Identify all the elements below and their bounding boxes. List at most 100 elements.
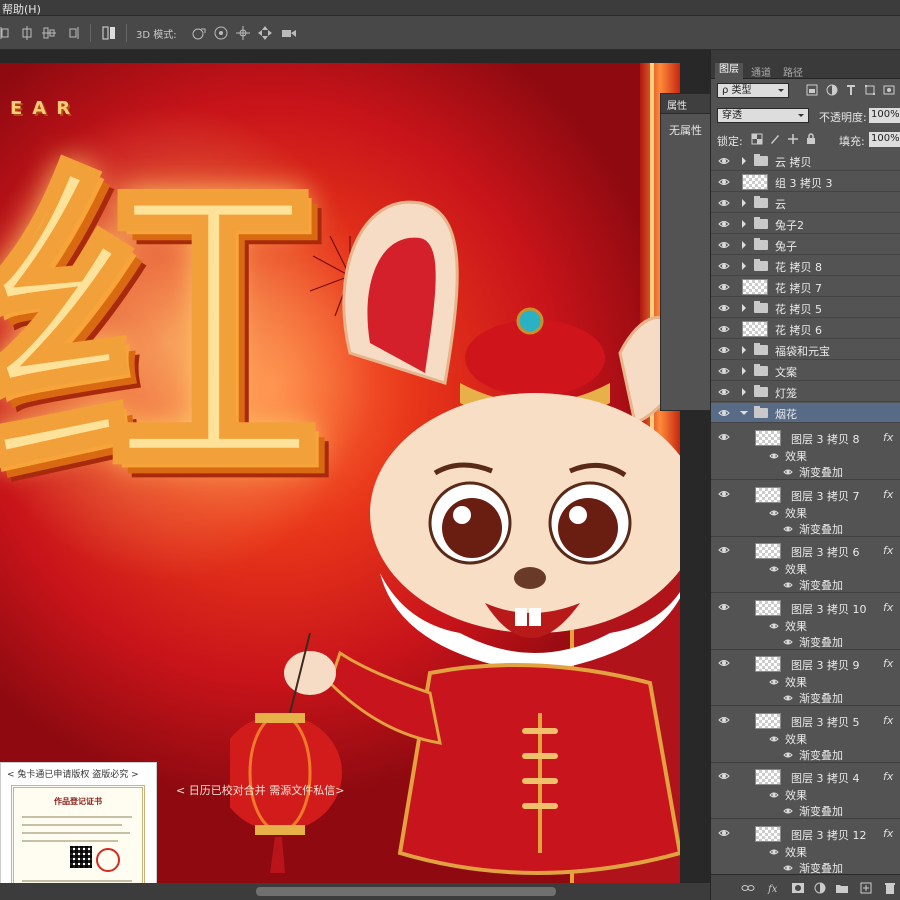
fx-icon[interactable]: fx xyxy=(767,881,781,895)
eye-icon[interactable] xyxy=(769,563,779,572)
eye-icon[interactable] xyxy=(769,676,779,685)
blend-mode-select[interactable]: 穿透 xyxy=(717,108,809,123)
eye-icon[interactable] xyxy=(718,715,730,725)
eye-icon[interactable] xyxy=(718,261,730,271)
layer-row[interactable]: 花 拷贝 7 xyxy=(711,277,900,297)
lock-all-icon[interactable] xyxy=(805,133,817,145)
fx-badge[interactable]: fx xyxy=(883,601,893,614)
eye-icon[interactable] xyxy=(718,387,730,397)
eye-icon[interactable] xyxy=(769,507,779,515)
layer-row[interactable]: 花 拷贝 6 xyxy=(711,319,900,339)
sublayer-row[interactable]: 图层 3 拷贝 7 fx 效果 渐变叠加 xyxy=(711,481,900,537)
new-group-icon[interactable] xyxy=(835,881,849,895)
mask-icon[interactable] xyxy=(791,881,805,895)
expand-arrow-icon[interactable] xyxy=(742,199,750,207)
eye-icon[interactable] xyxy=(783,692,793,701)
expand-arrow-icon[interactable] xyxy=(742,304,750,312)
3d-pan-icon[interactable] xyxy=(234,24,252,42)
fill-input[interactable]: 100% xyxy=(869,132,900,147)
eye-icon[interactable] xyxy=(718,771,730,781)
expand-arrow-icon[interactable] xyxy=(742,367,750,375)
filter-type-icon[interactable] xyxy=(844,83,858,97)
filter-smartobject-icon[interactable] xyxy=(882,83,896,97)
tab-paths[interactable]: 路径 xyxy=(783,64,803,79)
layer-filter-select[interactable]: ρ 类型 xyxy=(717,83,789,98)
expand-arrow-icon[interactable] xyxy=(742,262,750,270)
trash-icon[interactable] xyxy=(883,881,897,895)
eye-icon[interactable] xyxy=(783,749,793,757)
eye-icon[interactable] xyxy=(718,602,730,612)
eye-icon[interactable] xyxy=(769,733,779,741)
eye-icon[interactable] xyxy=(718,156,730,166)
menu-help[interactable]: 帮助(H) xyxy=(2,1,41,17)
eye-icon[interactable] xyxy=(718,324,730,334)
collapse-arrow-icon[interactable] xyxy=(740,411,748,419)
eye-icon[interactable] xyxy=(718,282,730,292)
eye-icon[interactable] xyxy=(718,345,730,355)
eye-icon[interactable] xyxy=(718,219,730,229)
eye-icon[interactable] xyxy=(769,450,779,459)
eye-icon[interactable] xyxy=(718,408,730,418)
eye-icon[interactable] xyxy=(718,489,730,499)
scrollbar-thumb[interactable] xyxy=(256,887,556,896)
tab-layers[interactable]: 图层 xyxy=(715,63,743,79)
link-icon[interactable] xyxy=(741,881,755,895)
eye-icon[interactable] xyxy=(783,466,793,475)
properties-tab[interactable]: 属性 xyxy=(661,94,713,114)
align-center-icon[interactable] xyxy=(18,24,36,42)
fx-badge[interactable]: fx xyxy=(883,657,893,670)
eye-icon[interactable] xyxy=(718,303,730,313)
eye-icon[interactable] xyxy=(769,789,779,798)
eye-icon[interactable] xyxy=(769,620,779,628)
expand-arrow-icon[interactable] xyxy=(742,157,750,165)
3d-roll-icon[interactable] xyxy=(212,24,230,42)
sublayer-row[interactable]: 图层 3 拷贝 8 fx 效果 渐变叠加 xyxy=(711,424,900,480)
fx-badge[interactable]: fx xyxy=(883,431,893,444)
filter-shape-icon[interactable] xyxy=(863,83,877,97)
eye-icon[interactable] xyxy=(783,636,793,644)
eye-icon[interactable] xyxy=(718,366,730,376)
layer-row[interactable]: 福袋和元宝 xyxy=(711,340,900,360)
sublayer-row[interactable]: 图层 3 拷贝 5 fx 效果 渐变叠加 xyxy=(711,707,900,763)
sublayer-row[interactable]: 图层 3 拷贝 10 fx 效果 渐变叠加 xyxy=(711,594,900,650)
lock-transparent-icon[interactable] xyxy=(751,133,763,145)
sublayer-row[interactable]: 图层 3 拷贝 6 fx 效果 渐变叠加 xyxy=(711,537,900,593)
eye-icon[interactable] xyxy=(718,658,730,668)
align-right-icon[interactable] xyxy=(62,24,80,42)
layer-row[interactable]: 花 拷贝 5 xyxy=(711,298,900,318)
eye-icon[interactable] xyxy=(783,805,793,814)
eye-icon[interactable] xyxy=(783,523,793,531)
fx-badge[interactable]: fx xyxy=(883,544,893,557)
opacity-input[interactable]: 100% xyxy=(869,108,900,123)
fx-badge[interactable]: fx xyxy=(883,770,893,783)
sublayer-row[interactable]: 图层 3 拷贝 4 fx 效果 渐变叠加 xyxy=(711,763,900,819)
fx-badge[interactable]: fx xyxy=(883,827,893,840)
eye-icon[interactable] xyxy=(718,240,730,250)
sublayer-row[interactable]: 图层 3 拷贝 12 fx 效果 渐变叠加 xyxy=(711,820,900,876)
eye-icon[interactable] xyxy=(718,177,730,187)
expand-arrow-icon[interactable] xyxy=(742,388,750,396)
lock-pixels-icon[interactable] xyxy=(769,133,781,145)
layer-row-selected[interactable]: 烟花 xyxy=(711,403,900,423)
align-left-icon[interactable] xyxy=(0,24,18,42)
3d-slide-icon[interactable] xyxy=(256,24,274,42)
layer-row[interactable]: 兔子 xyxy=(711,235,900,255)
filter-adjustment-icon[interactable] xyxy=(825,83,839,97)
layer-row[interactable]: 兔子2 xyxy=(711,214,900,234)
distribute-icon[interactable] xyxy=(100,24,118,42)
3d-camera-icon[interactable] xyxy=(280,24,298,42)
align-horizontal-icon[interactable] xyxy=(40,24,58,42)
eye-icon[interactable] xyxy=(718,545,730,555)
fx-badge[interactable]: fx xyxy=(883,714,893,727)
expand-arrow-icon[interactable] xyxy=(742,241,750,249)
expand-arrow-icon[interactable] xyxy=(742,346,750,354)
eye-icon[interactable] xyxy=(783,862,793,870)
layer-row[interactable]: 云 拷贝 xyxy=(711,151,900,171)
eye-icon[interactable] xyxy=(718,828,730,838)
document-canvas[interactable]: EAR 红 < 日历已校对合并 需源文件私信> < 兔卡通已申请版权 盗版必究 … xyxy=(0,50,710,900)
layer-row[interactable]: 灯笼 xyxy=(711,382,900,402)
eye-icon[interactable] xyxy=(718,198,730,208)
lock-position-icon[interactable] xyxy=(787,133,799,145)
layer-row[interactable]: 组 3 拷贝 3 xyxy=(711,172,900,192)
eye-icon[interactable] xyxy=(783,579,793,588)
